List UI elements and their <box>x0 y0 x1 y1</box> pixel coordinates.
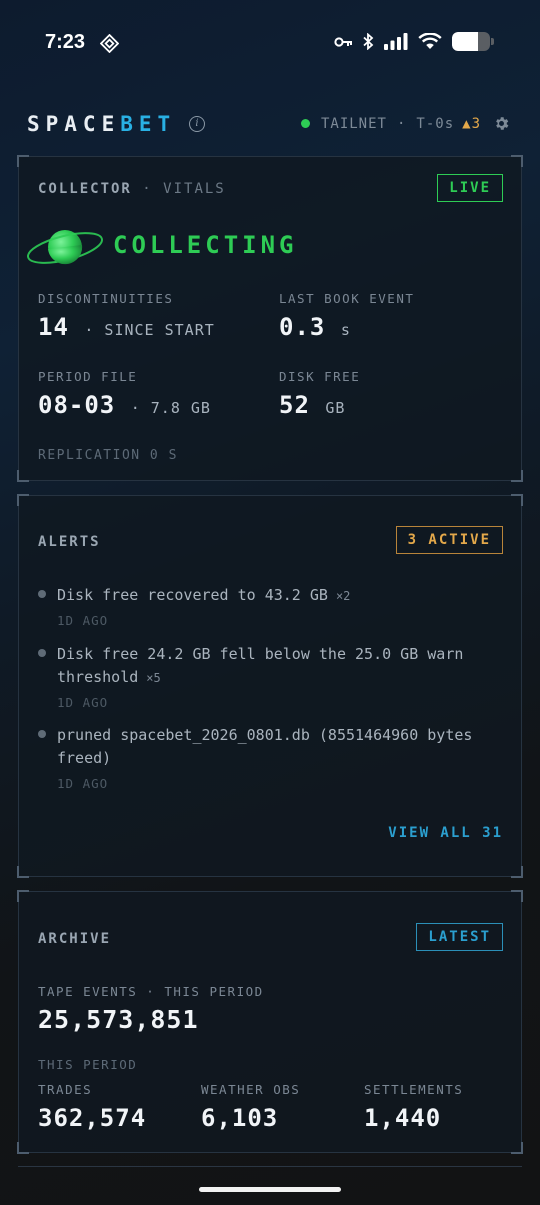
signal-icon <box>384 33 408 50</box>
weather-obs-label: WEATHER OBS <box>201 1082 301 1097</box>
alert-item[interactable]: pruned spacebet_2026_0801.db (8551464960… <box>38 724 508 791</box>
status-time: 7:23 <box>45 31 86 53</box>
network-name: TAILNET <box>320 115 387 132</box>
alert-item[interactable]: Disk free recovered to 43.2 GB ×2 1D AGO <box>38 584 508 628</box>
weather-obs-value: 6,103 <box>201 1104 279 1132</box>
latest-badge[interactable]: LATEST <box>416 923 503 951</box>
status-icons <box>334 32 494 51</box>
info-icon[interactable]: i <box>189 116 205 132</box>
trades-value: 362,574 <box>38 1104 147 1132</box>
header-separator: · <box>396 115 407 132</box>
connection-status: TAILNET · T-0s ▲3 <box>300 115 510 132</box>
key-icon <box>334 36 352 47</box>
disk-free-value: 52 GB <box>279 391 346 419</box>
gear-icon[interactable] <box>493 115 510 132</box>
alert-text: Disk free recovered to 43.2 GB <box>57 586 328 604</box>
alert-time: 1D AGO <box>57 776 109 791</box>
this-period-label: THIS PERIOD <box>38 1057 138 1072</box>
discontinuities-value: 14 · SINCE START <box>38 313 215 341</box>
collector-status: COLLECTING <box>113 231 298 259</box>
alert-item[interactable]: Disk free 24.2 GB fell below the 25.0 GB… <box>38 643 508 710</box>
period-file-label: PERIOD FILE <box>38 369 138 384</box>
last-book-event-label: LAST BOOK EVENT <box>279 291 415 306</box>
discontinuities-label: DISCONTINUITIES <box>38 291 174 306</box>
bullet-dot-icon <box>38 649 46 657</box>
planet-status-icon <box>25 219 111 279</box>
live-badge: LIVE <box>437 174 503 202</box>
archive-card: ARCHIVE LATEST TAPE EVENTS · THIS PERIOD… <box>17 890 523 1154</box>
alert-text: Disk free 24.2 GB fell below the 25.0 GB… <box>57 645 464 686</box>
alert-time: 1D AGO <box>57 613 109 628</box>
view-all-alerts-link[interactable]: VIEW ALL 31 <box>388 825 503 841</box>
alerts-title: ALERTS <box>38 534 101 550</box>
brand-bet: BET <box>120 112 177 136</box>
replication-status: REPLICATION 0 S <box>38 448 178 463</box>
settlements-label: SETTLEMENTS <box>364 1082 464 1097</box>
next-card-edge <box>18 1166 522 1168</box>
bullet-dot-icon <box>38 730 46 738</box>
home-indicator[interactable] <box>199 1187 341 1192</box>
brand-space: SPACE <box>27 112 121 136</box>
tape-events-label: TAPE EVENTS · THIS PERIOD <box>38 984 264 999</box>
alert-text: pruned spacebet_2026_0801.db (8551464960… <box>57 726 473 767</box>
app-logo: SPACEBET <box>27 112 176 136</box>
settlements-value: 1,440 <box>364 1104 442 1132</box>
alert-count: ×5 <box>146 671 161 685</box>
alerts-card: ALERTS 3 ACTIVE Disk free recovered to 4… <box>17 494 523 878</box>
online-indicator-icon <box>300 119 310 128</box>
tape-events-value: 25,573,851 <box>38 1005 199 1034</box>
disk-free-label: DISK FREE <box>279 369 361 384</box>
wifi-icon <box>418 33 442 49</box>
bluetooth-icon <box>363 33 374 50</box>
battery-icon <box>452 32 494 51</box>
alert-time: 1D AGO <box>57 695 109 710</box>
archive-title: ARCHIVE <box>38 931 112 947</box>
warning-count[interactable]: ▲3 <box>462 116 481 132</box>
collector-card: COLLECTOR · VITALS LIVE COLLECTING DISCO… <box>17 155 523 482</box>
collector-title: COLLECTOR · VITALS <box>38 181 226 197</box>
location-sharing-icon <box>99 33 120 57</box>
bullet-dot-icon <box>38 590 46 598</box>
trades-label: TRADES <box>38 1082 93 1097</box>
period-file-value: 08-03 · 7.8 GB <box>38 391 211 419</box>
alert-count: ×2 <box>335 589 351 603</box>
last-book-event-value: 0.3 s <box>279 313 351 341</box>
clock-offset: T-0s <box>416 115 455 132</box>
active-alerts-badge[interactable]: 3 ACTIVE <box>395 526 503 554</box>
